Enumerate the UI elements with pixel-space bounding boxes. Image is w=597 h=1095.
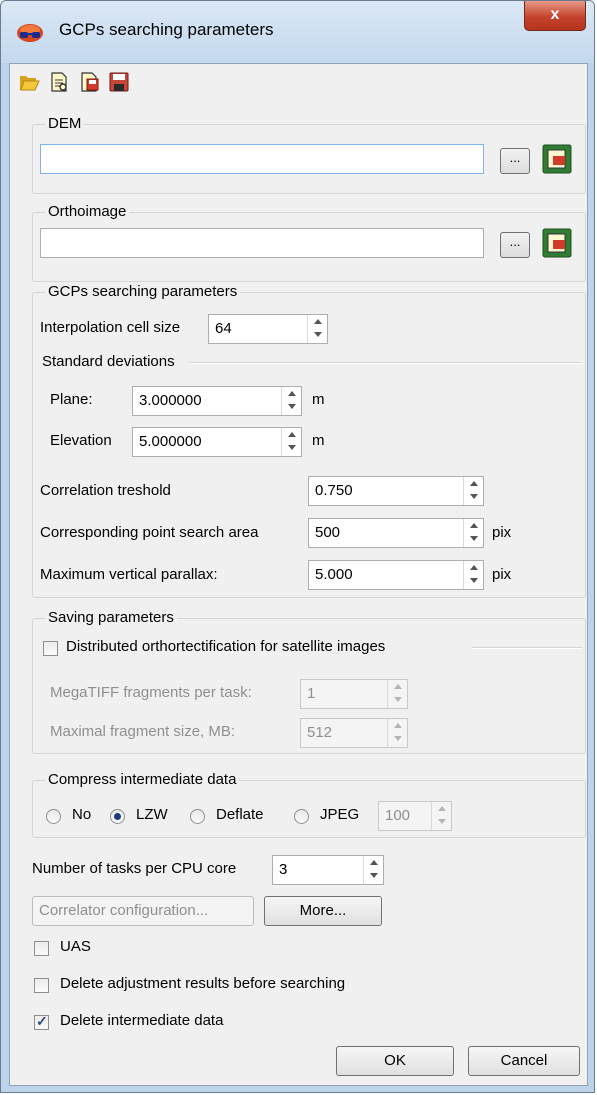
ok-button[interactable]: OK bbox=[336, 1046, 454, 1076]
uas-checkbox[interactable] bbox=[34, 941, 49, 956]
compress-legend: Compress intermediate data bbox=[45, 771, 240, 788]
plane-spinner[interactable] bbox=[281, 387, 301, 415]
elevation-input[interactable]: 5.000000 bbox=[132, 427, 302, 457]
more-button[interactable]: More... bbox=[264, 896, 382, 926]
close-button[interactable]: x bbox=[524, 1, 586, 31]
search-area-spinner[interactable] bbox=[463, 519, 483, 547]
orthoimage-path-input[interactable] bbox=[40, 228, 484, 258]
orthoimage-browse-button[interactable]: ... bbox=[500, 232, 530, 258]
jpeg-quality-spinner[interactable] bbox=[431, 802, 451, 830]
save-icon[interactable] bbox=[108, 71, 130, 93]
interp-cell-size-spinner[interactable] bbox=[307, 315, 327, 343]
plane-input[interactable]: 3.000000 bbox=[132, 386, 302, 416]
dem-browse-button[interactable]: ... bbox=[500, 148, 530, 174]
compress-jpeg-label[interactable]: JPEG bbox=[320, 806, 359, 823]
compress-no-radio[interactable] bbox=[46, 809, 61, 824]
compress-no-label[interactable]: No bbox=[72, 806, 91, 823]
dem-open-icon[interactable] bbox=[542, 144, 572, 174]
compress-lzw-radio[interactable] bbox=[110, 809, 125, 824]
search-area-unit: pix bbox=[492, 524, 512, 541]
dem-legend: DEM bbox=[45, 115, 85, 132]
search-area-input[interactable]: 500 bbox=[308, 518, 484, 548]
open-file-icon[interactable] bbox=[48, 71, 70, 93]
interp-cell-size-label: Interpolation cell size bbox=[40, 319, 181, 336]
delete-intermediate-checkbox[interactable] bbox=[34, 1013, 49, 1030]
orthoimage-legend: Orthoimage bbox=[45, 203, 130, 220]
toolbar bbox=[18, 68, 130, 96]
vertical-parallax-spinner[interactable] bbox=[463, 561, 483, 589]
gcp-params-legend: GCPs searching parameters bbox=[45, 283, 241, 300]
correlation-threshold-spinner[interactable] bbox=[463, 477, 483, 505]
elevation-spinner[interactable] bbox=[281, 428, 301, 456]
vertical-parallax-label: Maximum vertical parallax: bbox=[40, 566, 218, 583]
elevation-unit: m bbox=[312, 432, 325, 449]
correlation-threshold-input[interactable]: 0.750 bbox=[308, 476, 484, 506]
search-area-label: Corresponding point search area bbox=[40, 524, 259, 541]
std-deviations-label: Standard deviations bbox=[42, 353, 175, 370]
max-fragment-size-spinner[interactable] bbox=[387, 719, 407, 747]
dialog-body: DEM ... Orthoimage ... GCPs searching pa… bbox=[9, 63, 588, 1086]
dialog-window: GCPs searching parameters x DEM ... Orth… bbox=[0, 0, 595, 1093]
tasks-per-core-spinner[interactable] bbox=[363, 856, 383, 884]
plane-label: Plane: bbox=[50, 391, 93, 408]
save-as-icon[interactable] bbox=[78, 71, 100, 93]
app-logo-icon bbox=[17, 24, 43, 42]
correlator-config-button[interactable]: Correlator configuration... bbox=[32, 896, 254, 926]
saving-params-legend: Saving parameters bbox=[45, 609, 177, 626]
vertical-parallax-input[interactable]: 5.000 bbox=[308, 560, 484, 590]
compress-deflate-radio[interactable] bbox=[190, 809, 205, 824]
dem-path-input[interactable] bbox=[40, 144, 484, 174]
compress-lzw-label[interactable]: LZW bbox=[136, 806, 168, 823]
cancel-button[interactable]: Cancel bbox=[468, 1046, 580, 1076]
distributed-ortho-label[interactable]: Distributed orthortectification for sate… bbox=[66, 638, 385, 655]
elevation-label: Elevation bbox=[50, 432, 112, 449]
compress-deflate-label[interactable]: Deflate bbox=[216, 806, 264, 823]
open-folder-icon[interactable] bbox=[18, 71, 40, 93]
delete-adjustment-checkbox[interactable] bbox=[34, 978, 49, 993]
distributed-ortho-checkbox[interactable] bbox=[43, 641, 58, 656]
fragments-per-task-label: MegaTIFF fragments per task: bbox=[50, 684, 252, 701]
fragments-per-task-spinner[interactable] bbox=[387, 680, 407, 708]
std-deviations-separator bbox=[190, 362, 582, 364]
plane-unit: m bbox=[312, 391, 325, 408]
max-fragment-size-label: Maximal fragment size, MB: bbox=[50, 723, 236, 740]
orthoimage-open-icon[interactable] bbox=[542, 228, 572, 258]
delete-adjustment-label[interactable]: Delete adjustment results before searchi… bbox=[60, 975, 345, 992]
distributed-ortho-separator bbox=[472, 647, 582, 649]
correlation-threshold-label: Correlation treshold bbox=[40, 482, 171, 499]
uas-label[interactable]: UAS bbox=[60, 938, 91, 955]
title-bar[interactable]: GCPs searching parameters x bbox=[1, 1, 594, 63]
tasks-per-core-label: Number of tasks per CPU core bbox=[32, 860, 237, 877]
compress-jpeg-radio[interactable] bbox=[294, 809, 309, 824]
delete-intermediate-label[interactable]: Delete intermediate data bbox=[60, 1012, 223, 1029]
vertical-parallax-unit: pix bbox=[492, 566, 512, 583]
window-title: GCPs searching parameters bbox=[59, 20, 274, 39]
